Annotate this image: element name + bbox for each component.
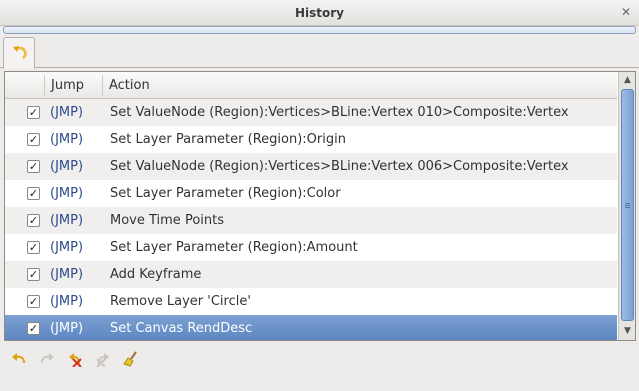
table-body: ✓ (JMP) Set ValueNode (Region):Vertices>BL… — [5, 99, 617, 340]
row-jump-link[interactable]: (JMP) — [50, 153, 83, 180]
history-toolbar — [0, 345, 639, 373]
row-action-label: Add Keyframe — [110, 267, 202, 282]
scroll-up-icon[interactable]: ▲ — [619, 72, 635, 89]
header-action[interactable]: Action — [109, 72, 150, 99]
row-jump-link[interactable]: (JMP) — [50, 261, 83, 288]
history-list: Jump Action ✓ (JMP) Set ValueNode (Region)… — [4, 71, 636, 341]
table-header: Jump Action — [5, 72, 617, 99]
row-action-label: Move Time Points — [110, 213, 224, 228]
row-active-checkbox[interactable]: ✓ — [27, 187, 40, 200]
undo-icon — [12, 353, 25, 364]
row-active-checkbox[interactable]: ✓ — [27, 241, 40, 254]
table-row[interactable]: ✓ (JMP) Set ValueNode (Region):Vertices>BL… — [5, 153, 617, 180]
row-jump-link[interactable]: (JMP) — [50, 99, 83, 126]
progress-bar — [3, 26, 636, 34]
broom-icon — [123, 351, 137, 367]
row-jump-link[interactable]: (JMP) — [50, 288, 83, 315]
close-button[interactable]: ✕ — [619, 5, 633, 19]
row-jump-link[interactable]: (JMP) — [50, 180, 83, 207]
row-action-label: Set Layer Parameter (Region):Color — [110, 186, 341, 201]
table-row[interactable]: ✓ (JMP) Move Time Points — [5, 207, 617, 234]
table-row[interactable]: ✓ (JMP) Add Keyframe — [5, 261, 617, 288]
scroll-thumb[interactable] — [621, 89, 634, 321]
row-jump-link[interactable]: (JMP) — [50, 126, 83, 153]
history-undo-icon — [13, 46, 27, 59]
clear-history-button[interactable] — [120, 349, 142, 369]
redo-button[interactable] — [36, 349, 58, 369]
clear-redo-icon — [96, 353, 109, 367]
table-row[interactable]: ✓ (JMP) Set ValueNode (Region):Vertices>BL… — [5, 99, 617, 126]
row-action-label: Set Canvas RendDesc — [110, 321, 253, 336]
row-action-label: Set Layer Parameter (Region):Origin — [110, 132, 346, 147]
clear-undo-icon — [69, 353, 82, 367]
tab-history[interactable] — [3, 37, 35, 69]
window-title: History — [294, 6, 345, 20]
panel-tab-strip — [0, 36, 639, 69]
row-action-label: Set ValueNode (Region):Vertices>BLine:Ve… — [110, 159, 569, 174]
scroll-down-icon[interactable]: ▼ — [619, 323, 635, 340]
row-jump-link[interactable]: (JMP) — [50, 315, 83, 340]
title-bar: History ✕ — [0, 0, 639, 26]
clear-redo-button[interactable] — [92, 349, 114, 369]
row-active-checkbox[interactable]: ✓ — [27, 268, 40, 281]
row-active-checkbox[interactable]: ✓ — [27, 295, 40, 308]
row-active-checkbox[interactable]: ✓ — [27, 106, 40, 119]
vertical-scrollbar[interactable]: ▲ ▼ — [618, 72, 635, 340]
table-row[interactable]: ✓ (JMP) Set Canvas RendDesc — [5, 315, 617, 340]
row-active-checkbox[interactable]: ✓ — [27, 133, 40, 146]
table-row[interactable]: ✓ (JMP) Set Layer Parameter (Region):Amoun… — [5, 234, 617, 261]
row-action-label: Set ValueNode (Region):Vertices>BLine:Ve… — [110, 105, 569, 120]
row-active-checkbox[interactable]: ✓ — [27, 214, 40, 227]
table-row[interactable]: ✓ (JMP) Remove Layer 'Circle' — [5, 288, 617, 315]
header-jump[interactable]: Jump — [51, 72, 84, 99]
row-action-label: Set Layer Parameter (Region):Amount — [110, 240, 358, 255]
row-jump-link[interactable]: (JMP) — [50, 234, 83, 261]
row-active-checkbox[interactable]: ✓ — [27, 322, 40, 335]
clear-undo-button[interactable] — [64, 349, 86, 369]
row-active-checkbox[interactable]: ✓ — [27, 160, 40, 173]
undo-button[interactable] — [8, 349, 30, 369]
row-jump-link[interactable]: (JMP) — [50, 207, 83, 234]
row-action-label: Remove Layer 'Circle' — [110, 294, 251, 309]
table-row[interactable]: ✓ (JMP) Set Layer Parameter (Region):Color — [5, 180, 617, 207]
redo-icon — [41, 353, 54, 364]
table-row[interactable]: ✓ (JMP) Set Layer Parameter (Region):Origi… — [5, 126, 617, 153]
